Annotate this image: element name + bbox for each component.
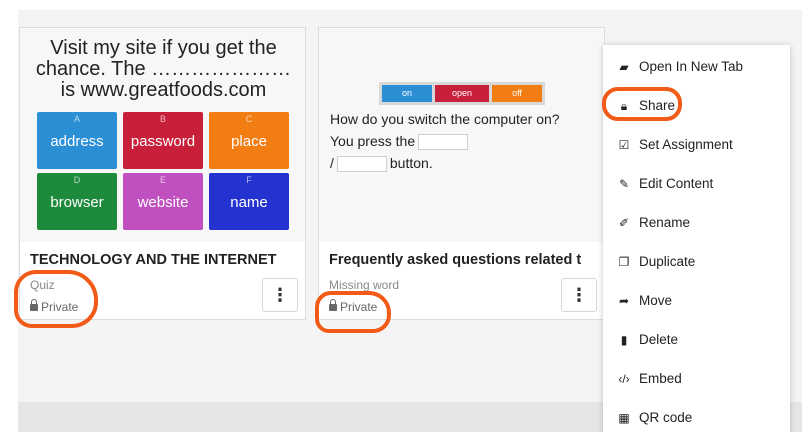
tile-text: website: [137, 194, 189, 211]
activity-card-missing-word[interactable]: on open off How do you switch the comput…: [318, 27, 605, 320]
answer-tile-f: F name: [209, 173, 289, 230]
edit-box-icon: ✐: [618, 216, 630, 230]
top-strip: [0, 0, 802, 10]
tile-text: address: [50, 133, 104, 150]
vertical-dots-icon: ⋮: [271, 285, 289, 305]
answer-blank: [336, 156, 387, 173]
answer-tile-b: B password: [123, 112, 203, 169]
answer-tile-a: A address: [37, 112, 117, 169]
line-text: /: [330, 155, 334, 171]
qr-code-icon: ▦: [618, 411, 630, 425]
line-text: You press the: [330, 133, 416, 149]
tile-letter: C: [245, 114, 253, 124]
card-title[interactable]: Frequently asked questions related t: [329, 252, 599, 268]
card-type: Missing word: [329, 278, 400, 292]
activity-thumbnail[interactable]: Visit my site if you get the chance. The…: [20, 28, 305, 242]
answer-blank: [418, 134, 469, 151]
menu-item-label: Duplicate: [639, 254, 696, 269]
code-icon: ‹/›: [618, 372, 630, 386]
copy-icon: ❐: [618, 255, 630, 269]
menu-item-label: QR code: [639, 410, 693, 425]
line-text: button.: [389, 155, 433, 171]
card-menu-button[interactable]: ⋮: [561, 278, 597, 312]
tile-letter: B: [159, 114, 166, 124]
answer-tile-d: D browser: [37, 173, 117, 230]
activity-thumbnail[interactable]: on open off How do you switch the comput…: [319, 28, 604, 242]
option-open: open: [435, 85, 489, 102]
tile-text: name: [230, 194, 268, 211]
card-title[interactable]: TECHNOLOGY AND THE INTERNET: [30, 252, 300, 268]
tile-letter: A: [73, 114, 80, 124]
tile-text: place: [231, 133, 267, 150]
menu-item-set-assignment[interactable]: ☑ Set Assignment: [603, 125, 790, 164]
tile-letter: F: [246, 175, 252, 185]
tile-text: password: [130, 133, 196, 150]
missing-word-line-3: / button.: [330, 155, 433, 173]
highlight-circle-card2-private: [315, 291, 391, 333]
menu-item-move[interactable]: ➦ Move: [603, 281, 790, 320]
option-on: on: [382, 85, 432, 102]
answer-tile-e: E website: [123, 173, 203, 230]
missing-word-line-2: You press the: [330, 133, 471, 151]
pencil-icon: ✎: [618, 177, 630, 191]
card-menu-button[interactable]: ⋮: [262, 278, 298, 312]
toggle-options: on open off: [379, 82, 545, 105]
menu-item-label: Set Assignment: [639, 137, 733, 152]
trash-icon: ▮: [620, 333, 628, 347]
folder-move-icon: ➦: [618, 294, 630, 308]
highlight-circle-share: [602, 87, 682, 121]
missing-word-question: How do you switch the computer on?: [330, 111, 560, 127]
menu-item-duplicate[interactable]: ❐ Duplicate: [603, 242, 790, 281]
quiz-question: Visit my site if you get the chance. The…: [35, 37, 292, 101]
menu-item-label: Embed: [639, 371, 682, 386]
answer-tile-c: C place: [209, 112, 289, 169]
checkbox-icon: ☑: [618, 138, 630, 152]
menu-item-delete[interactable]: ▮ Delete: [603, 320, 790, 359]
tile-letter: E: [159, 175, 166, 185]
folder-open-icon: ▰: [619, 60, 629, 74]
highlight-circle-card1-private: [14, 270, 98, 328]
option-off: off: [492, 85, 542, 102]
menu-item-label: Edit Content: [639, 176, 714, 191]
menu-item-qr-code[interactable]: ▦ QR code: [603, 398, 790, 432]
menu-item-label: Open In New Tab: [639, 59, 744, 74]
menu-item-open-in-new-tab[interactable]: ▰ Open In New Tab: [603, 47, 790, 86]
menu-item-embed[interactable]: ‹/› Embed: [603, 359, 790, 398]
menu-item-edit-content[interactable]: ✎ Edit Content: [603, 164, 790, 203]
menu-item-label: Move: [639, 293, 673, 308]
tile-letter: D: [73, 175, 81, 185]
left-strip: [0, 0, 18, 432]
vertical-dots-icon: ⋮: [570, 285, 588, 305]
menu-item-rename[interactable]: ✐ Rename: [603, 203, 790, 242]
menu-item-label: Delete: [639, 332, 679, 347]
menu-item-label: Rename: [639, 215, 691, 230]
tile-text: browser: [50, 194, 104, 211]
